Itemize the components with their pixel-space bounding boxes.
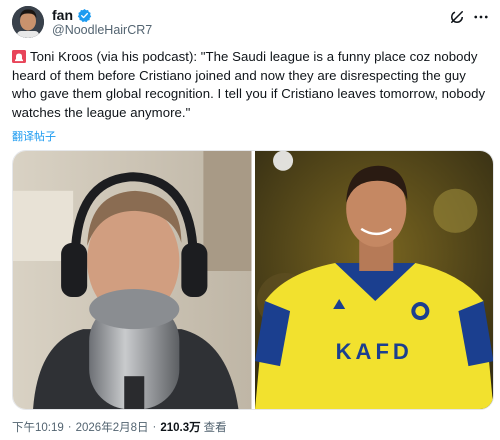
photo-left[interactable] — [13, 151, 252, 409]
author-name-row: fan — [52, 6, 92, 24]
display-name[interactable]: fan — [52, 7, 73, 23]
siren-emoji-icon — [12, 50, 26, 63]
media-grid: KAFD — [12, 150, 494, 410]
more-options-icon[interactable] — [472, 8, 490, 26]
tweet-time[interactable]: 下午10:19 — [12, 419, 64, 435]
view-count: 210.3万 — [160, 422, 201, 434]
view-label: 查看 — [203, 422, 227, 434]
jersey-sponsor-text: KAFD — [335, 339, 412, 364]
separator: · — [152, 421, 157, 433]
tweet-text: Toni Kroos (via his podcast): "The Saudi… — [12, 49, 486, 120]
author-handle[interactable]: @NoodleHairCR7 — [52, 23, 152, 37]
grok-icon[interactable] — [448, 8, 466, 26]
tweet-date[interactable]: 2026年2月8日 — [76, 419, 149, 435]
avatar[interactable] — [12, 6, 44, 38]
verified-badge-icon — [77, 8, 92, 23]
separator: · — [67, 421, 72, 433]
tweet-meta: 下午10:19 · 2026年2月8日 · 210.3万 查看 — [12, 419, 227, 435]
photo-right[interactable]: KAFD — [254, 151, 493, 409]
translate-post-link[interactable]: 翻译帖子 — [12, 128, 56, 144]
tweet-text-block: Toni Kroos (via his podcast): "The Saudi… — [12, 48, 492, 122]
